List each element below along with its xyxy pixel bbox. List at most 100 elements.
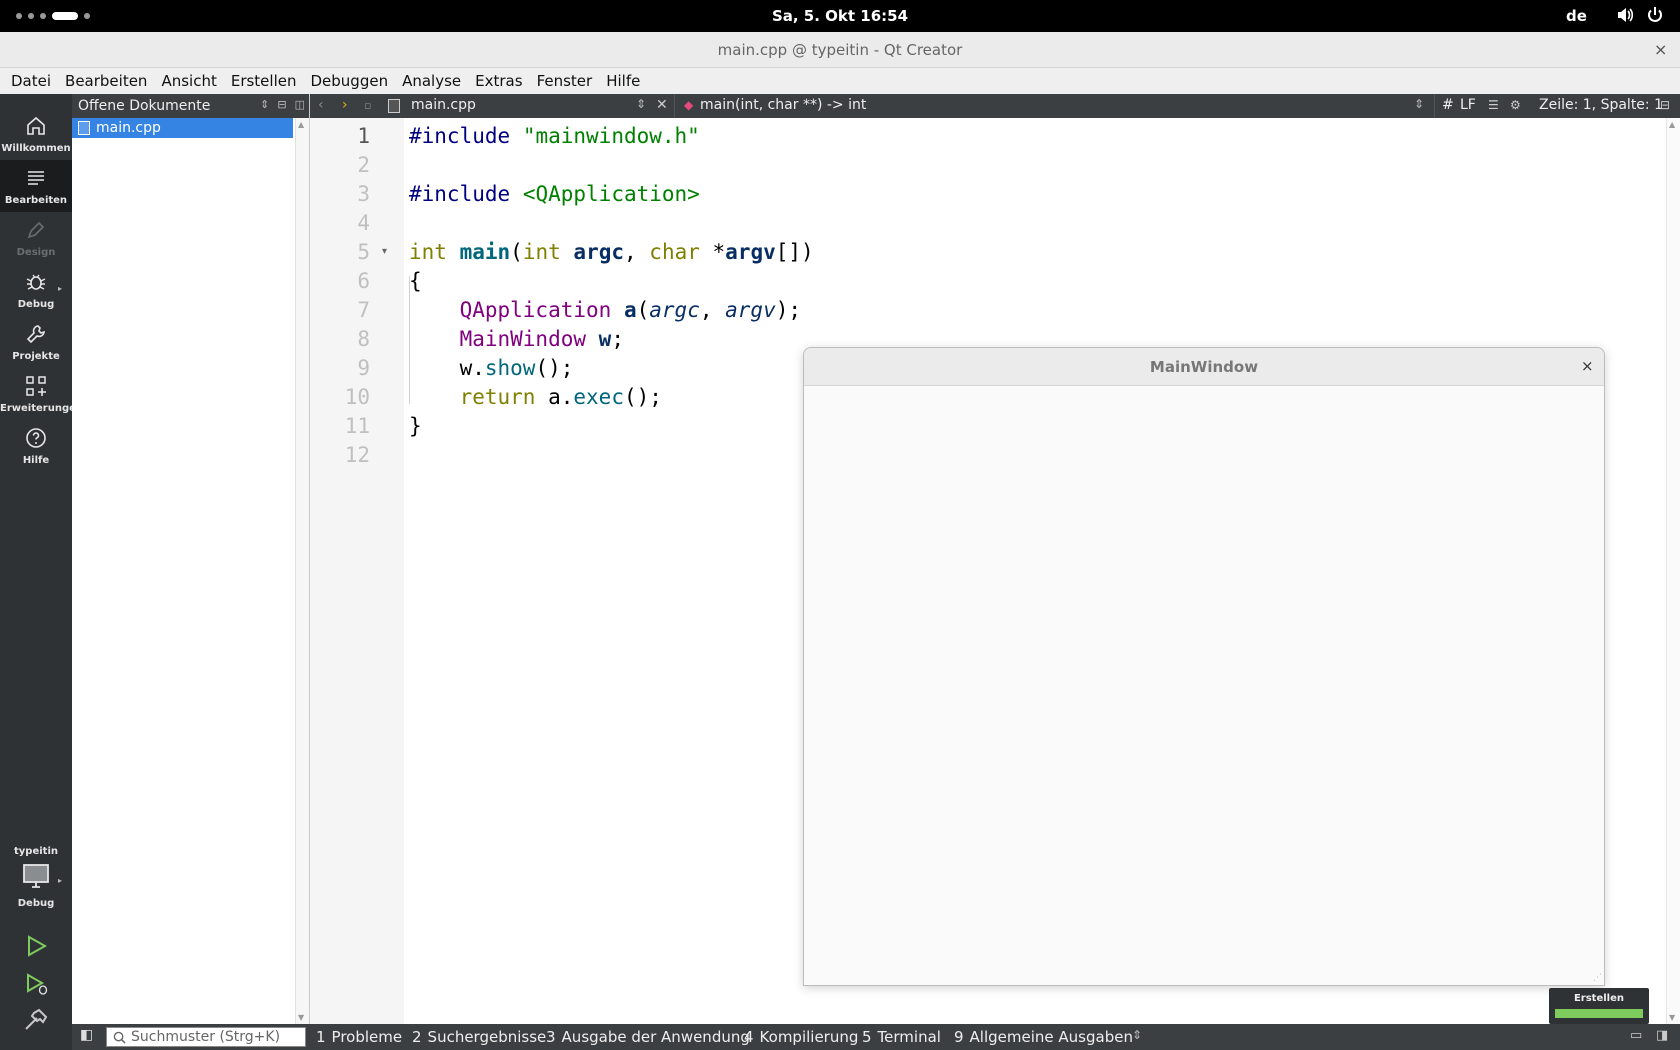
punct-token: (: [510, 240, 523, 264]
object-token: a.: [548, 385, 574, 409]
scroll-down-icon[interactable]: ▼: [1669, 1013, 1675, 1022]
code-line-11: }: [409, 414, 422, 438]
navigate-back-icon[interactable]: ‹: [318, 97, 324, 113]
mode-erweiterungen[interactable]: Erweiterungen: [0, 368, 83, 420]
mode-label: Bearbeiten: [4, 195, 68, 206]
menu-ansicht[interactable]: Ansicht: [154, 68, 223, 94]
open-document-item[interactable]: main.cpp: [72, 118, 293, 138]
line-number: 10: [344, 385, 370, 409]
menu-analyse[interactable]: Analyse: [395, 68, 468, 94]
locator-search-input[interactable]: Suchmuster (Strg+K): [106, 1027, 306, 1047]
toolbar-separator: [674, 94, 675, 118]
edit-lines-icon: [28, 171, 44, 185]
kit-project-name: typeitin: [14, 846, 58, 857]
window-titlebar: main.cpp @ typeitin - Qt Creator ×: [0, 32, 1680, 68]
documents-scrollbar[interactable]: ▲ ▼: [295, 118, 309, 1024]
punct-token: ,: [624, 240, 650, 264]
file-combo-arrows-icon[interactable]: ⇕: [636, 97, 646, 111]
resize-grip-icon[interactable]: ⋰: [1593, 973, 1602, 983]
open-document-label: main.cpp: [96, 120, 161, 136]
tab-number: 2: [412, 1028, 422, 1046]
window-title: main.cpp @ typeitin - Qt Creator: [717, 41, 963, 59]
line-number: 7: [357, 298, 370, 322]
mode-projekte[interactable]: Projekte: [0, 316, 72, 368]
toggle-sidebar-icon[interactable]: ◧: [80, 1027, 93, 1043]
line-number: 12: [344, 443, 370, 467]
mode-bearbeiten[interactable]: Bearbeiten: [0, 160, 72, 212]
close-document-icon[interactable]: ✕: [656, 97, 668, 113]
param-token: argc: [573, 240, 624, 264]
mode-design[interactable]: Design: [0, 212, 72, 264]
menu-erstellen[interactable]: Erstellen: [224, 68, 304, 94]
mainwindow-titlebar[interactable]: MainWindow ×: [804, 348, 1604, 386]
code-line-5: int main(int argc, char *argv[]): [409, 240, 814, 264]
menu-debuggen[interactable]: Debuggen: [303, 68, 395, 94]
tab-number: 1: [316, 1028, 326, 1046]
mode-label: Projekte: [12, 351, 60, 362]
lock-icon: ▫: [364, 99, 372, 112]
mainwindow-app-window[interactable]: MainWindow × ⋰: [803, 347, 1605, 986]
tab-label: Suchergebnisse: [427, 1028, 547, 1046]
symbol-combo-arrows-icon[interactable]: ⇕: [1414, 97, 1424, 111]
menu-hilfe[interactable]: Hilfe: [599, 68, 647, 94]
keyword-token: char: [649, 240, 700, 264]
menu-fenster[interactable]: Fenster: [530, 68, 600, 94]
keyboard-layout-indicator[interactable]: de: [1566, 7, 1587, 25]
menu-extras[interactable]: Extras: [468, 68, 529, 94]
scroll-up-icon[interactable]: ▲: [298, 120, 304, 129]
mode-hilfe[interactable]: Hilfe: [0, 420, 72, 472]
system-status-area[interactable]: [1616, 6, 1664, 24]
progress-details-icon[interactable]: ▭: [1630, 1028, 1642, 1043]
close-pane-icon[interactable]: ◫: [295, 98, 305, 111]
tab-number: 4: [744, 1028, 754, 1046]
menu-bearbeiten[interactable]: Bearbeiten: [58, 68, 154, 94]
cursor-position[interactable]: Zeile: 1, Spalte: 1: [1539, 97, 1663, 113]
tab-allgemeine-ausgaben[interactable]: 9 Allgemeine Ausgaben: [954, 1028, 1133, 1046]
cpp-file-icon: [388, 99, 400, 113]
extensions-icon: [26, 376, 46, 396]
mode-label: Hilfe: [22, 455, 50, 466]
function-symbol-icon: ◆: [684, 98, 694, 112]
tab-kompilierung[interactable]: 4 Kompilierung: [744, 1028, 858, 1046]
line-number: 5: [357, 240, 370, 264]
tab-probleme[interactable]: 1 Probleme: [316, 1028, 402, 1046]
mainwindow-close-button[interactable]: ×: [1581, 357, 1594, 375]
mode-willkommen[interactable]: Willkommen: [0, 108, 72, 160]
pane-selector-arrows-icon[interactable]: ⇕: [260, 98, 269, 111]
tab-suchergebnisse[interactable]: 2 Suchergebnisse: [412, 1028, 546, 1046]
scroll-down-icon[interactable]: ▼: [298, 1013, 304, 1022]
toggle-right-sidebar-icon[interactable]: ◨: [1656, 1028, 1668, 1043]
split-pane-icon[interactable]: ⊟: [277, 98, 286, 111]
window-close-button[interactable]: ×: [1654, 40, 1667, 59]
param-token: argc: [649, 298, 700, 322]
tab-terminal[interactable]: 5 Terminal: [862, 1028, 941, 1046]
encoding-hash-button[interactable]: #: [1442, 97, 1454, 113]
navigate-forward-icon[interactable]: ›: [342, 97, 348, 113]
open-documents-header[interactable]: Offene Dokumente ⇕ ⊟ ◫: [72, 94, 309, 118]
line-ending-button[interactable]: LF: [1460, 97, 1476, 113]
search-icon: [113, 1031, 126, 1044]
system-top-bar: Sa, 5. Okt 16:54 de: [0, 0, 1680, 32]
editor-scrollbar[interactable]: ▲ ▼: [1666, 118, 1680, 1024]
output-tabs-more-icon[interactable]: ⇕: [1132, 1028, 1142, 1042]
fold-marker-icon[interactable]: ▾: [382, 246, 387, 257]
tab-ausgabe-der-anwendung[interactable]: 3 Ausgabe der Anwendung: [546, 1028, 750, 1046]
current-file-combo[interactable]: main.cpp: [411, 97, 476, 113]
line-number: 1: [357, 124, 370, 148]
code-model-icon[interactable]: ⚙: [1510, 98, 1521, 112]
mode-debug[interactable]: ▸ Debug: [0, 264, 72, 316]
run-icon[interactable]: [22, 932, 50, 960]
split-editor-icon[interactable]: ⊟: [1660, 98, 1670, 112]
string-token: <QApplication>: [522, 182, 700, 206]
symbol-combo[interactable]: main(int, char **) -> int: [700, 97, 866, 113]
scroll-up-icon[interactable]: ▲: [1669, 120, 1675, 129]
code-line-3: #include <QApplication>: [409, 182, 700, 206]
build-hammer-icon[interactable]: [22, 1006, 50, 1034]
debug-run-icon[interactable]: [22, 970, 50, 998]
clock[interactable]: Sa, 5. Okt 16:54: [0, 7, 1680, 25]
build-progress[interactable]: Erstellen: [1549, 988, 1649, 1024]
document-format-icon[interactable]: ☰: [1488, 98, 1499, 112]
kit-build-mode: Debug: [17, 898, 55, 909]
type-token: QApplication: [459, 298, 612, 322]
menu-datei[interactable]: Datei: [4, 68, 58, 94]
